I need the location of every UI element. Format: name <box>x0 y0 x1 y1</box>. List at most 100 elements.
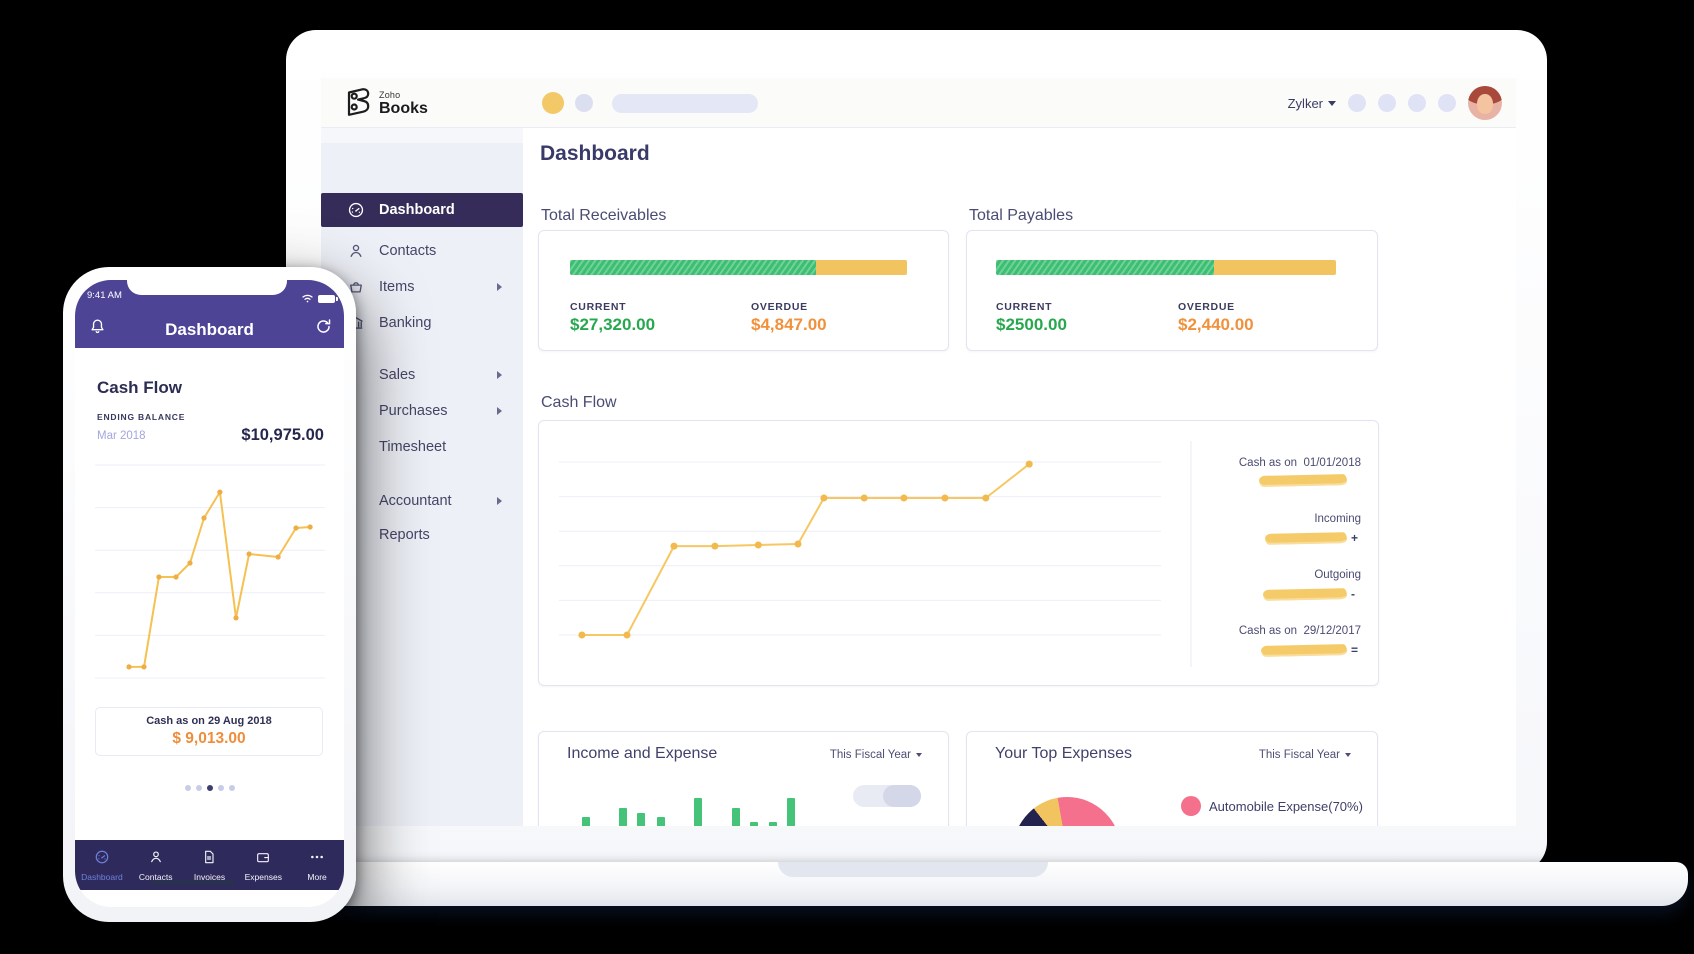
phone-ending-balance-value: $10,975.00 <box>241 426 324 445</box>
pie-legend-swatch <box>1181 796 1201 816</box>
sidebar-item-label: Banking <box>379 315 431 331</box>
top-expenses-filter[interactable]: This Fiscal Year <box>1259 749 1351 761</box>
income-expense-bar <box>787 798 795 826</box>
phone-mockup: 9:41 AM Dashboard <box>63 267 356 922</box>
pager-dot[interactable] <box>185 785 191 791</box>
pager-dot[interactable] <box>196 785 202 791</box>
cashflow-legend-entry: Cash as on 01/01/2018 <box>1196 456 1361 486</box>
phone-nav-label: Expenses <box>245 872 282 882</box>
expenses-icon <box>255 849 271 870</box>
income-expense-bar <box>694 798 702 826</box>
sidebar-item-dashboard[interactable]: Dashboard <box>321 193 523 227</box>
search-placeholder-pill[interactable] <box>612 94 758 113</box>
phone-nav-dashboard[interactable]: Dashboard <box>75 840 129 890</box>
phone-header: 9:41 AM Dashboard <box>75 280 344 348</box>
contacts-icon <box>347 242 365 260</box>
payables-section-title: Total Payables <box>969 207 1073 225</box>
receivables-progress-bar <box>570 260 907 275</box>
phone-pager-dots <box>75 785 344 791</box>
cashflow-legend-entry: Incoming + <box>1196 512 1361 545</box>
sidebar-item-label: Contacts <box>379 243 436 259</box>
income-expense-bar <box>657 817 665 826</box>
cashflow-legend: Cash as on 01/01/2018 Incoming + Outgoing- C… <box>1191 421 1371 687</box>
topbar-icon-placeholders <box>1348 94 1456 112</box>
payables-current-label: CURRENT <box>996 301 1052 313</box>
legend-operator: + <box>1351 531 1361 545</box>
brand-books: Books <box>379 101 428 117</box>
pager-dot[interactable] <box>218 785 224 791</box>
total-receivables-card: CURRENT $27,320.00 OVERDUE $4,847.00 <box>538 230 949 351</box>
more-icon <box>309 849 325 870</box>
zoho-books-logo: Zoho Books <box>344 86 428 122</box>
redacted-value-scribble <box>1265 532 1347 545</box>
pager-dot[interactable] <box>229 785 235 791</box>
caret-down-icon <box>1345 753 1351 757</box>
legend-operator: = <box>1351 643 1361 657</box>
legend-entry-label: Cash as on 29/12/2017 <box>1196 624 1361 638</box>
phone-nav-more[interactable]: More <box>290 840 344 890</box>
org-switcher[interactable]: Zylker <box>1288 96 1336 111</box>
phone-notch <box>127 280 287 295</box>
sidebar-item-label: Items <box>379 279 414 295</box>
chevron-right-icon <box>497 497 502 505</box>
refresh-icon[interactable] <box>314 317 333 341</box>
sidebar-item-label: Accountant <box>379 493 452 509</box>
phone-status-time: 9:41 AM <box>87 290 122 301</box>
receivables-current-label: CURRENT <box>570 301 626 313</box>
home-indicator[interactable] <box>150 880 235 885</box>
chevron-right-icon <box>497 371 502 379</box>
sidebar-item-label: Dashboard <box>379 202 455 218</box>
income-expense-bar <box>619 808 627 826</box>
income-expense-bar <box>732 808 740 826</box>
zoho-books-logo-icon <box>344 86 371 122</box>
chevron-right-icon <box>497 283 502 291</box>
invoices-icon <box>201 849 217 870</box>
topbar-right-cluster: Zylker <box>1288 78 1502 128</box>
sidebar-item-label: Sales <box>379 367 415 383</box>
brand-zoho: Zoho <box>379 91 428 100</box>
cashflow-card: Cash as on 01/01/2018 Incoming + Outgoing- C… <box>538 420 1379 686</box>
phone-screen: 9:41 AM Dashboard <box>75 280 344 907</box>
battery-icon <box>318 295 335 303</box>
payables-overdue-label: OVERDUE <box>1178 301 1235 313</box>
phone-period: Mar 2018 <box>97 430 146 442</box>
topbar-icon-placeholder[interactable] <box>1408 94 1426 112</box>
notification-dot <box>542 92 564 114</box>
payables-progress-current <box>996 260 1214 275</box>
phone-cashflow-title: Cash Flow <box>97 378 182 398</box>
cashflow-section-title: Cash Flow <box>541 394 617 412</box>
topbar-icon-placeholder[interactable] <box>1378 94 1396 112</box>
income-expense-bar <box>750 822 758 826</box>
user-avatar[interactable] <box>1468 86 1502 120</box>
payables-overdue-value: $2,440.00 <box>1178 315 1254 335</box>
topbar-icon-placeholder[interactable] <box>1348 94 1366 112</box>
sidebar-item-contacts[interactable]: Contacts <box>321 234 523 268</box>
chevron-right-icon <box>497 407 502 415</box>
cashflow-legend-entry: Outgoing- <box>1196 568 1361 601</box>
income-expense-card: Income and Expense This Fiscal Year <box>538 731 949 826</box>
chart-toggle-switch[interactable] <box>853 785 921 807</box>
phone-cashflow-line-chart <box>75 450 344 690</box>
redacted-value-scribble <box>1259 474 1347 487</box>
caret-down-icon <box>1328 101 1336 106</box>
pager-dot[interactable] <box>207 785 213 791</box>
pie-legend-label: Automobile Expense(70%) <box>1209 799 1363 814</box>
payables-current-value: $2500.00 <box>996 315 1067 335</box>
org-name: Zylker <box>1288 96 1323 111</box>
wifi-icon <box>301 290 314 308</box>
phone-nav-expenses[interactable]: Expenses <box>236 840 290 890</box>
phone-nav-label: More <box>307 872 326 882</box>
top-expenses-title: Your Top Expenses <box>995 745 1132 763</box>
dashboard-icon <box>347 201 365 219</box>
receivables-current-value: $27,320.00 <box>570 315 655 335</box>
phone-cash-as-on-label: Cash as on 29 Aug 2018 <box>96 715 322 727</box>
page-title: Dashboard <box>540 142 650 166</box>
phone-cash-as-on-box: Cash as on 29 Aug 2018 $ 9,013.00 <box>95 707 323 756</box>
receivables-overdue-label: OVERDUE <box>751 301 808 313</box>
laptop-screen: Zoho Books Zylker Dashboard Contacts Items… <box>321 78 1516 826</box>
income-expense-bar-chart <box>539 732 950 826</box>
legend-entry-label: Incoming <box>1196 512 1361 526</box>
laptop-base <box>150 862 1688 906</box>
topbar-icon-placeholder[interactable] <box>1438 94 1456 112</box>
phone-nav-label: Dashboard <box>81 872 123 882</box>
